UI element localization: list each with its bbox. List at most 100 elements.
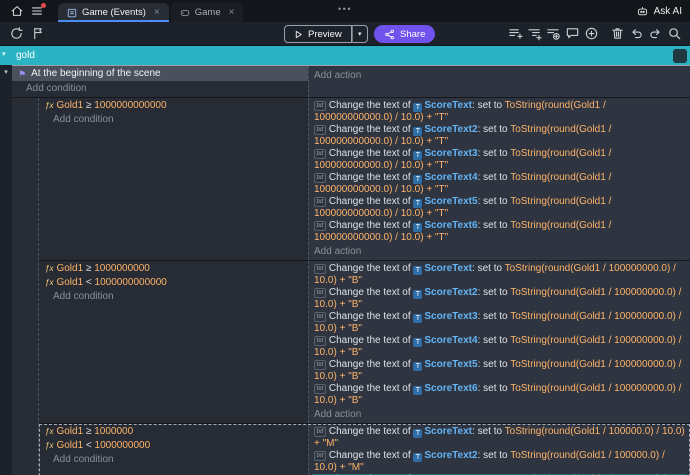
condition-row[interactable]: ⚑ At the beginning of the scene (12, 66, 308, 81)
variable-icon: ƒx (45, 441, 53, 450)
action-text: : set to (472, 426, 502, 437)
actions-column: txtChange the text of TScoreText: set to… (308, 261, 690, 423)
project-manager-button[interactable] (28, 2, 46, 20)
ask-ai-button[interactable]: Ask AI (636, 5, 682, 18)
search-bar[interactable]: ▾ gold (0, 46, 690, 65)
redo-button[interactable] (646, 25, 664, 43)
object-icon: T (413, 151, 422, 160)
action-text: Change the text of (329, 335, 411, 346)
variable-icon: ƒx (45, 264, 53, 273)
text-action-icon: txt (314, 360, 326, 370)
preview-button[interactable]: Preview (284, 25, 352, 43)
tab-label: Game (Events) (82, 7, 146, 18)
undo-icon (629, 26, 644, 41)
flag-icon (31, 26, 46, 41)
action-text: Change the text of (329, 426, 411, 437)
event-block[interactable]: ƒxGold1 ≥ 1000000000000 Add condition tx… (39, 98, 690, 261)
home-button[interactable] (8, 2, 26, 20)
sub-events: ƒxGold1 ≥ 1000000000000 Add condition tx… (38, 98, 690, 475)
actions-column: Add action (308, 66, 690, 97)
tab-game[interactable]: Game × (171, 3, 244, 22)
event-block[interactable]: ƒxGold1 ≥ 1000000 ƒxGold1 < 1000000000 A… (39, 424, 690, 475)
condition-row[interactable]: ƒxGold1 < 1000000000000 (39, 275, 308, 289)
action-text: : set to (472, 263, 502, 274)
event-block[interactable]: ƒxGold1 ≥ 1000000000 ƒxGold1 < 100000000… (39, 261, 690, 424)
action-text: : set to (478, 335, 508, 346)
close-tab-icon[interactable]: × (229, 7, 235, 18)
preview-options-button[interactable]: ▾ (352, 25, 368, 43)
search-input[interactable]: gold (16, 50, 35, 61)
history-icon (9, 26, 24, 41)
search-options-button[interactable] (673, 49, 687, 63)
add-comment-button[interactable] (563, 25, 581, 43)
share-icon (384, 29, 395, 40)
action-row[interactable]: txtChange the text of TScoreText3: set t… (312, 148, 687, 171)
add-action-button[interactable]: Add action (312, 68, 687, 82)
object-icon: T (413, 338, 422, 347)
action-row[interactable]: txtChange the text of TScoreText2: set t… (312, 287, 687, 310)
undo-button[interactable] (627, 25, 645, 43)
action-row[interactable]: txtChange the text of TScoreText4: set t… (312, 335, 687, 358)
action-text: Change the text of (329, 359, 411, 370)
object-name: ScoreText4 (424, 335, 477, 346)
chevron-down-icon[interactable]: ▾ (4, 69, 8, 76)
titlebar: Game (Events) × Game × ••• Ask AI (0, 0, 690, 22)
chevron-down-icon[interactable]: ▾ (2, 51, 6, 59)
action-row[interactable]: txtChange the text of TScoreText: set to… (312, 100, 687, 123)
history-button[interactable] (7, 25, 25, 43)
ask-ai-label: Ask AI (654, 6, 682, 17)
action-row[interactable]: txtChange the text of TScoreText6: set t… (312, 220, 687, 243)
close-tab-icon[interactable]: × (154, 7, 160, 18)
add-extension-button[interactable] (582, 25, 600, 43)
object-name: ScoreText2 (424, 287, 477, 298)
actions-column: txtChange the text of TScoreText: set to… (308, 98, 690, 260)
action-row[interactable]: txtChange the text of TScoreText3: set t… (312, 311, 687, 334)
object-name: ScoreText6 (424, 383, 477, 394)
action-text: : set to (478, 196, 508, 207)
add-condition-button[interactable]: Add condition (39, 112, 308, 126)
condition-operator: ≥ (86, 263, 92, 274)
object-icon: T (413, 223, 422, 232)
add-condition-button[interactable]: Add condition (39, 452, 308, 466)
add-event-button[interactable] (506, 25, 524, 43)
action-row[interactable]: txtChange the text of TScoreText2: set t… (312, 450, 687, 473)
object-icon: T (413, 362, 422, 371)
add-action-button[interactable]: Add action (312, 407, 687, 421)
delete-button[interactable] (608, 25, 626, 43)
action-row[interactable]: txtChange the text of TScoreText: set to… (312, 426, 687, 449)
condition-row[interactable]: ƒxGold1 < 1000000000 (39, 438, 308, 452)
action-row[interactable]: txtChange the text of TScoreText: set to… (312, 263, 687, 286)
variable-icon: ƒx (45, 101, 53, 110)
condition-variable: Gold1 (56, 426, 83, 437)
share-button[interactable]: Share (374, 25, 435, 43)
object-name: ScoreText4 (424, 172, 477, 183)
condition-value: 1000000000000 (95, 277, 167, 288)
condition-variable: Gold1 (56, 440, 83, 451)
condition-row[interactable]: ƒxGold1 ≥ 1000000 (39, 424, 308, 438)
action-text: Change the text of (329, 124, 411, 135)
variable-icon: ƒx (45, 427, 53, 436)
search-events-button[interactable] (665, 25, 683, 43)
action-row[interactable]: txtChange the text of TScoreText5: set t… (312, 359, 687, 382)
add-action-button[interactable]: Add action (312, 244, 687, 258)
action-row[interactable]: txtChange the text of TScoreText2: set t… (312, 124, 687, 147)
condition-row[interactable]: ƒxGold1 ≥ 1000000000 (39, 261, 308, 275)
action-text: : set to (478, 450, 508, 461)
action-row[interactable]: txtChange the text of TScoreText6: set t… (312, 383, 687, 406)
chevron-down-icon: ▾ (358, 30, 362, 38)
condition-row[interactable]: ƒxGold1 ≥ 1000000000000 (39, 98, 308, 112)
events-sheet-icon (67, 8, 77, 18)
condition-variable: Gold1 (56, 277, 83, 288)
add-subevent-button[interactable] (525, 25, 543, 43)
action-row[interactable]: txtChange the text of TScoreText4: set t… (312, 172, 687, 195)
add-condition-button[interactable]: Add condition (12, 81, 308, 95)
tab-game-events[interactable]: Game (Events) × (58, 3, 169, 22)
event-block[interactable]: ⚑ At the beginning of the scene Add cond… (12, 65, 690, 98)
flag-button[interactable] (29, 25, 47, 43)
actions-column: txtChange the text of TScoreText: set to… (308, 424, 690, 475)
add-other-event-button[interactable] (544, 25, 562, 43)
text-action-icon: txt (314, 197, 326, 207)
object-icon: T (413, 290, 422, 299)
action-row[interactable]: txtChange the text of TScoreText5: set t… (312, 196, 687, 219)
add-condition-button[interactable]: Add condition (39, 289, 308, 303)
